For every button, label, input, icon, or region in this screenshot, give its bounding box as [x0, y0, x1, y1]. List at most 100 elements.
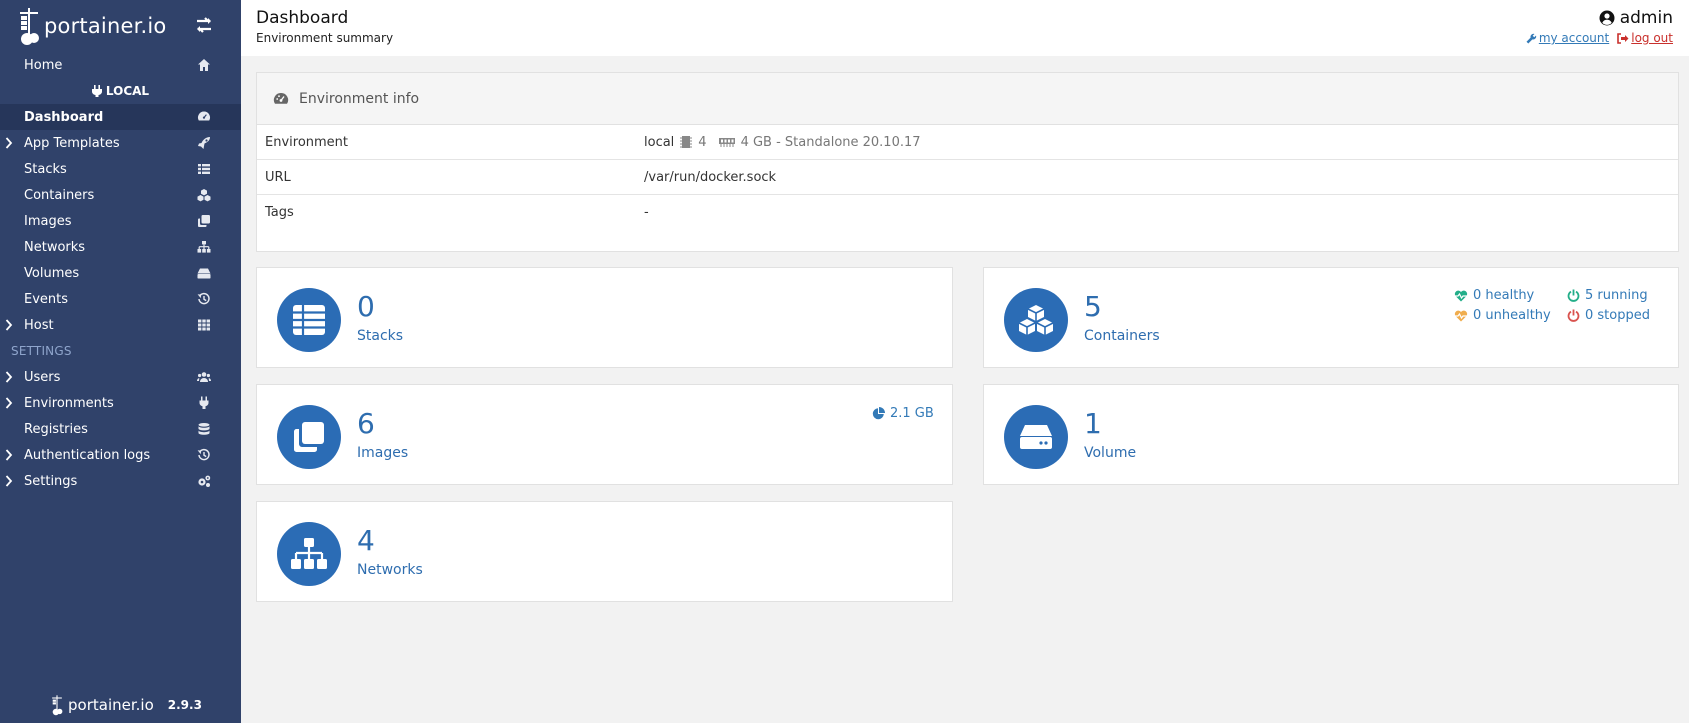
users-icon — [197, 372, 211, 382]
chevron-right-icon — [5, 319, 13, 331]
stacks-card[interactable]: 0 Stacks — [256, 267, 953, 368]
sidebar-item-label: Images — [24, 213, 72, 229]
healthy-status: 0 healthy — [1454, 288, 1534, 303]
username: admin — [1619, 8, 1673, 28]
portainer-logo-icon — [20, 8, 39, 45]
env-row-environment: Environment local 4 4 GB - Standalone 20… — [257, 125, 1678, 160]
sidebar-item-images[interactable]: Images — [0, 208, 241, 234]
version-label: 2.9.3 — [167, 698, 202, 712]
footer-logo-text: portainer.io — [68, 696, 154, 714]
env-row-value: /var/run/docker.sock — [644, 169, 777, 185]
clone-icon — [198, 215, 210, 227]
containers-card[interactable]: 5 Containers 0 healthy 5 running 0 unhea… — [983, 267, 1679, 368]
sidebar-item-networks[interactable]: Networks — [0, 234, 241, 260]
chevron-right-icon — [5, 137, 13, 149]
sidebar-item-label: Events — [24, 291, 69, 307]
page-title: Dashboard — [256, 8, 349, 28]
environment-info-panel: Environment info Environment local 4 4 G… — [256, 72, 1679, 252]
settings-section-title: SETTINGS — [11, 344, 72, 358]
my-account-link[interactable]: my account — [1526, 31, 1609, 45]
sidebar-item-settings[interactable]: Settings — [0, 468, 241, 494]
sidebar-item-authentication-logs[interactable]: Authentication logs — [0, 442, 241, 468]
sidebar-item-label: Dashboard — [24, 109, 104, 125]
database-icon — [198, 423, 210, 435]
environment-name: LOCAL — [105, 84, 150, 98]
env-row-key: Environment — [265, 134, 349, 150]
rocket-icon — [198, 137, 210, 149]
gauge-icon — [273, 92, 289, 104]
sidebar-item-label: Host — [24, 317, 54, 333]
sidebar-item-label: Home — [24, 57, 63, 73]
sidebar-item-dashboard[interactable]: Dashboard — [0, 104, 241, 130]
environment-name-value: local — [644, 134, 675, 150]
sidebar-item-label: Authentication logs — [24, 447, 151, 463]
volumes-count: 1 — [1084, 407, 1102, 440]
history-icon — [197, 292, 210, 305]
networks-card[interactable]: 4 Networks — [256, 501, 953, 602]
images-card[interactable]: 6 Images 2.1 GB — [256, 384, 953, 485]
sidebar-item-home[interactable]: Home — [0, 52, 241, 78]
microchip-icon — [680, 136, 693, 148]
hdd-icon — [1020, 425, 1052, 449]
sidebar-item-stacks[interactable]: Stacks — [0, 156, 241, 182]
containers-count: 5 — [1084, 290, 1102, 323]
list-icon — [293, 305, 325, 335]
heartbeat-icon — [1454, 310, 1468, 321]
stopped-count: 0 stopped — [1585, 308, 1650, 323]
volumes-card[interactable]: 1 Volume — [983, 384, 1679, 485]
images-label: Images — [357, 445, 409, 461]
stopped-status: 0 stopped — [1567, 308, 1650, 323]
sidebar-item-host[interactable]: Host — [0, 312, 241, 338]
unhealthy-status: 0 unhealthy — [1454, 308, 1551, 323]
networks-circle — [277, 522, 341, 586]
sidebar-item-label: App Templates — [24, 135, 120, 151]
list-icon — [198, 164, 210, 174]
sidebar-item-events[interactable]: Events — [0, 286, 241, 312]
page-header: Dashboard Environment summary admin my a… — [241, 0, 1689, 56]
images-size: 2.1 GB — [872, 406, 934, 421]
sidebar-toggle-icon[interactable] — [195, 17, 213, 38]
power-icon — [1567, 309, 1580, 322]
containers-label: Containers — [1084, 328, 1160, 344]
user-circle-icon — [1599, 10, 1615, 26]
sidebar-footer: portainer.io 2.9.3 — [50, 693, 202, 717]
stacks-label: Stacks — [357, 328, 404, 344]
memory-icon — [718, 138, 735, 147]
plug-icon — [199, 396, 209, 409]
volumes-label: Volume — [1084, 445, 1137, 461]
unhealthy-count: 0 unhealthy — [1473, 308, 1551, 323]
env-row-value: - — [644, 205, 649, 220]
hdd-icon — [197, 268, 211, 279]
sidebar-item-label: Registries — [24, 421, 88, 437]
networks-count: 4 — [357, 524, 375, 557]
sidebar-item-users[interactable]: Users — [0, 364, 241, 390]
images-size-value: 2.1 GB — [890, 406, 934, 421]
sidebar-item-environments[interactable]: Environments — [0, 390, 241, 416]
chevron-right-icon — [5, 475, 13, 487]
sitemap-icon — [291, 538, 327, 569]
chevron-right-icon — [5, 449, 13, 461]
sidebar-item-app-templates[interactable]: App Templates — [0, 130, 241, 156]
sidebar-item-registries[interactable]: Registries — [0, 416, 241, 442]
stacks-circle — [277, 288, 341, 352]
sidebar-item-label: Environments — [24, 395, 114, 411]
cubes-icon — [197, 189, 211, 202]
my-account-label: my account — [1538, 31, 1610, 45]
chevron-right-icon — [5, 371, 13, 383]
running-status: 5 running — [1567, 288, 1648, 303]
images-count: 6 — [357, 407, 375, 440]
cubes-icon — [1018, 305, 1054, 335]
environment-info-title: Environment info — [299, 90, 420, 107]
env-row-key: URL — [265, 169, 291, 185]
sidebar-item-containers[interactable]: Containers — [0, 182, 241, 208]
home-icon — [198, 59, 210, 71]
brand[interactable]: portainer.io — [0, 0, 241, 52]
sidebar-item-label: Settings — [24, 473, 78, 489]
healthy-count: 0 healthy — [1473, 288, 1535, 303]
history-icon — [197, 448, 210, 461]
sign-out-icon — [1617, 32, 1629, 44]
sidebar-item-volumes[interactable]: Volumes — [0, 260, 241, 286]
cpu-count: 4 — [698, 134, 707, 150]
log-out-link[interactable]: log out — [1617, 31, 1673, 45]
env-row-key: Tags — [265, 205, 294, 220]
